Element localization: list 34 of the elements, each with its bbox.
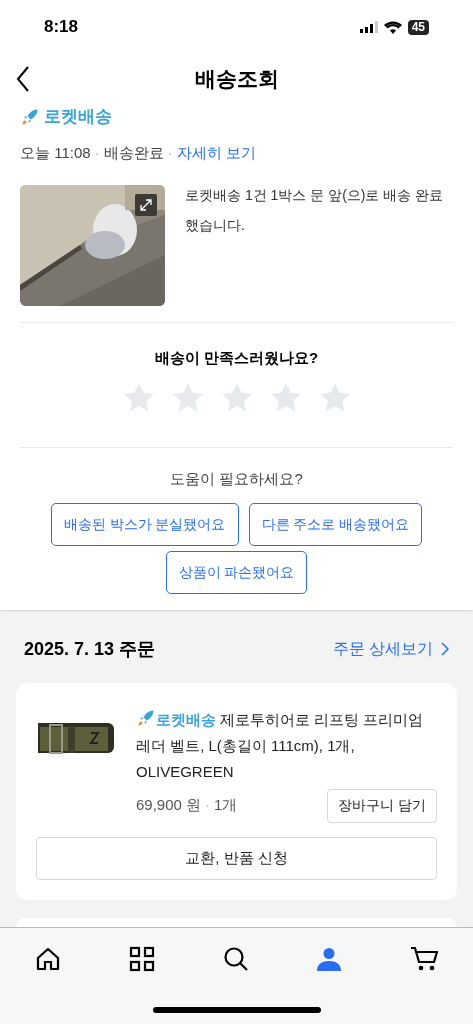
home-icon[interactable] [35, 945, 61, 972]
chevron-right-icon [441, 642, 449, 656]
add-to-cart-button[interactable]: 장바구니 담기 [327, 788, 437, 823]
help-button[interactable]: 배송된 박스가 분실됐어요 [50, 502, 239, 546]
details-link[interactable]: 자세히 보기 [176, 142, 256, 165]
delivery-message: 로켓배송 1건 1박스 문 앞(으)로 배송 완료했습니다. [185, 185, 445, 235]
help-button[interactable]: 상품이 파손됐어요 [165, 550, 308, 594]
page-title: 배송조회 [194, 66, 279, 93]
signal-icon [359, 21, 378, 33]
rocket-icon [20, 108, 40, 126]
order-detail-link[interactable]: 주문 상세보기 [332, 637, 449, 661]
grid-icon[interactable] [128, 945, 155, 972]
separator-dot: · [205, 795, 211, 816]
back-icon[interactable] [16, 65, 30, 93]
product-name[interactable]: 로켓배송 제로투히어로 리프팅 프리미엄 레더 벨트, L(총길이 111cm), 1개, OLIVEGREEN [136, 706, 437, 785]
return-request-button[interactable]: 교환, 반품 신청 [36, 836, 437, 880]
rating-question: 배송이 만족스러웠나요? [154, 347, 319, 368]
brand-logo: 로켓배송 [44, 108, 112, 126]
product-price: 69,900 원 [136, 795, 202, 816]
order-date: 2025. 7. 13 주문 [24, 637, 156, 661]
cart-icon[interactable] [410, 945, 438, 972]
help-title: 도움이 필요하세요? [170, 469, 303, 489]
delivery-status: 배송완료 [103, 143, 164, 163]
separator-dot: · [94, 143, 100, 163]
product-quantity: 1개 [214, 795, 238, 816]
status-time: 8:18 [44, 16, 79, 39]
person-icon[interactable] [316, 945, 343, 972]
delivery-time: 오늘 11:08 [20, 143, 91, 163]
battery-icon: 45 [407, 19, 429, 35]
separator-dot: · [167, 143, 173, 163]
expand-icon[interactable] [135, 193, 157, 216]
help-button[interactable]: 다른 주소로 배송됐어요 [248, 502, 423, 546]
wifi-icon [383, 20, 402, 34]
search-icon[interactable] [222, 945, 249, 972]
